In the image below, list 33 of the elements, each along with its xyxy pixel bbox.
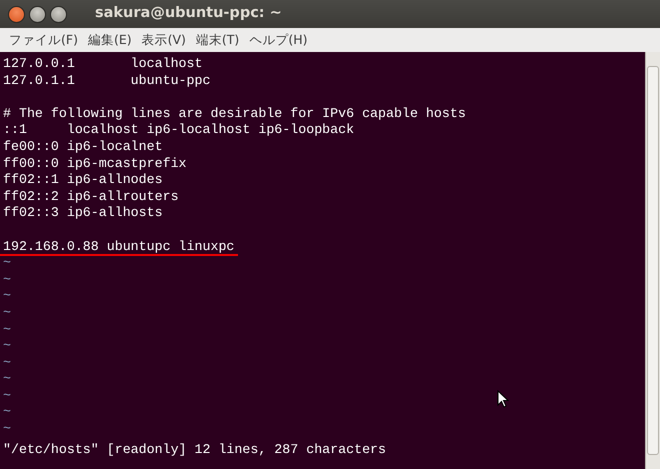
terminal-line: 127.0.1.1 ubuntu-ppc <box>3 72 210 88</box>
menu-item[interactable]: 編集(E) <box>82 28 137 52</box>
terminal-line: 127.0.0.1 localhost <box>3 56 202 71</box>
tilde-marker: ~ <box>3 388 11 403</box>
terminal-line: ::1 localhost ip6-localhost ip6-loopback <box>3 122 354 138</box>
terminal-line: ff02::1 ip6-allnodes <box>3 172 163 188</box>
minimize-button[interactable] <box>29 6 46 22</box>
terminal-line: ff02::3 ip6-allhosts <box>3 205 163 220</box>
tilde-marker: ~ <box>3 255 11 270</box>
tilde-marker: ~ <box>3 338 11 354</box>
terminal-line: # The following lines are desirable for IPv6 capable hosts <box>3 106 466 121</box>
menu-item[interactable]: 表示(V) <box>136 28 191 52</box>
terminal-line: ff00::0 ip6-mcastprefix <box>3 156 187 171</box>
terminal-line: ff02::2 ip6-allrouters <box>3 188 179 204</box>
tilde-marker: ~ <box>3 371 11 386</box>
menu-item[interactable]: ヘルプ(H) <box>244 28 312 52</box>
menu-item[interactable]: ファイル(F) <box>4 28 83 52</box>
mouse-pointer-icon <box>497 390 509 408</box>
maximize-button[interactable] <box>50 6 67 22</box>
tilde-marker: ~ <box>3 354 11 370</box>
tilde-marker: ~ <box>3 272 11 287</box>
window-title: sakura@ubuntu-ppc: ~ <box>95 4 282 24</box>
terminal-line: fe00::0 ip6-localnet <box>3 138 163 154</box>
terminal-line: 192.168.0.88 ubuntupc linuxpc <box>0 238 238 256</box>
tilde-marker: ~ <box>3 304 11 320</box>
menu-item[interactable]: 端末(T) <box>190 28 244 52</box>
scrollbar[interactable] <box>645 52 660 469</box>
tilde-marker: ~ <box>3 421 11 436</box>
status-line: "/etc/hosts" [readonly] 12 lines, 287 characters <box>3 442 386 457</box>
tilde-marker: ~ <box>3 288 11 304</box>
close-button[interactable] <box>8 6 25 22</box>
tilde-marker: ~ <box>3 404 11 420</box>
tilde-marker: ~ <box>3 322 11 336</box>
